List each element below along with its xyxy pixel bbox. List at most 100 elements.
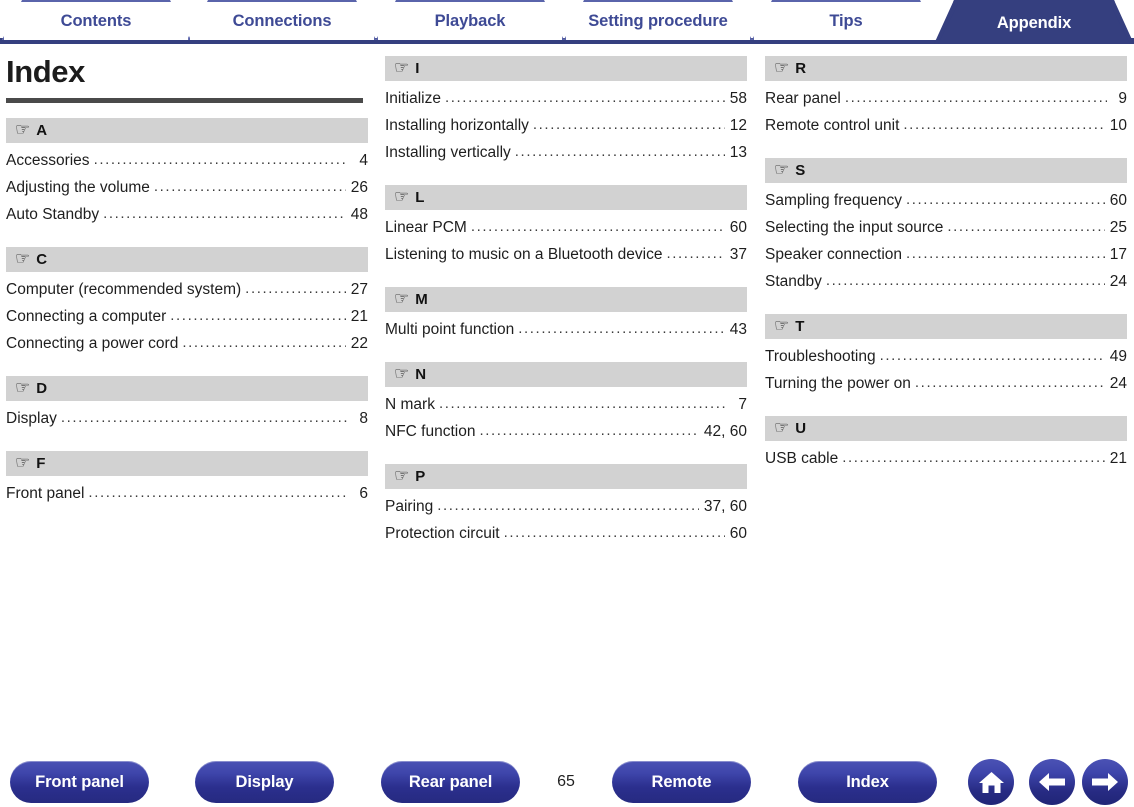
tab-appendix[interactable]: Appendix xyxy=(934,0,1134,44)
section-header: ☞ I xyxy=(385,56,747,81)
index-section: ☞ U USB cable.............................… xyxy=(765,416,1127,472)
index-section: ☞ F Front panel...........................… xyxy=(6,451,368,507)
tab-contents[interactable]: Contents xyxy=(2,0,190,40)
nav-button-front-panel[interactable]: Front panel xyxy=(10,761,149,803)
index-section: ☞ M Multi point function..................… xyxy=(385,287,747,343)
page-title: Index xyxy=(6,54,85,89)
top-tab-bar: Contents Connections Playback Setting proce… xyxy=(0,0,1134,44)
section-letter: C xyxy=(36,251,48,268)
arrow-left-icon[interactable] xyxy=(1029,759,1075,805)
section-letter: U xyxy=(795,420,807,437)
index-entry[interactable]: N mark..................................… xyxy=(385,391,747,418)
index-entry-page: 60 xyxy=(1109,192,1127,209)
index-entry[interactable]: Connecting a power cord.................… xyxy=(6,330,368,357)
section-letter: L xyxy=(415,189,425,206)
dot-leader: ........................................… xyxy=(470,218,725,235)
dot-leader: ........................................… xyxy=(825,272,1105,289)
nav-button-remote[interactable]: Remote xyxy=(612,761,751,803)
index-entry-page: 42, 60 xyxy=(703,423,747,440)
dot-leader: ........................................… xyxy=(879,347,1105,364)
index-section: ☞ P Pairing...............................… xyxy=(385,464,747,547)
index-entry-title: Turning the power on xyxy=(765,375,911,392)
index-entry[interactable]: Initialize..............................… xyxy=(385,85,747,112)
tab-tips[interactable]: Tips xyxy=(752,0,940,40)
nav-button-label: Index xyxy=(846,772,889,791)
index-section: ☞ A Accessories...........................… xyxy=(6,118,368,228)
index-entry-page: 22 xyxy=(350,335,368,352)
section-header: ☞ N xyxy=(385,362,747,387)
index-entry[interactable]: Adjusting the volume....................… xyxy=(6,174,368,201)
dot-leader: ........................................… xyxy=(906,191,1105,208)
tab-setting-procedure[interactable]: Setting procedure xyxy=(564,0,752,40)
section-letter: D xyxy=(36,380,48,397)
index-entry[interactable]: Turning the power on....................… xyxy=(765,370,1127,397)
index-entry[interactable]: Installing vertically...................… xyxy=(385,139,747,166)
section-letter: A xyxy=(36,122,48,139)
nav-button-index[interactable]: Index xyxy=(798,761,937,803)
index-entry-page: 6 xyxy=(359,485,368,502)
index-entry[interactable]: Listening to music on a Bluetooth device… xyxy=(385,241,747,268)
pointing-hand-icon: ☞ xyxy=(15,120,31,139)
index-entry[interactable]: Auto Standby............................… xyxy=(6,201,368,228)
dot-leader: ........................................… xyxy=(514,143,725,160)
index-section: ☞ S Sampling frequency....................… xyxy=(765,158,1127,295)
dot-leader: ........................................… xyxy=(842,449,1105,466)
section-letter: P xyxy=(415,468,426,485)
index-entry[interactable]: Speaker connection......................… xyxy=(765,241,1127,268)
dot-leader: ........................................… xyxy=(666,245,725,262)
index-entry-title: Protection circuit xyxy=(385,525,500,542)
dot-leader: ........................................… xyxy=(479,422,699,439)
bottom-nav-bar: Front panel Display Rear panel 65 Remote… xyxy=(0,747,1134,807)
section-header: ☞ U xyxy=(765,416,1127,441)
index-entry[interactable]: Computer (recommended system)...........… xyxy=(6,276,368,303)
index-entry-page: 9 xyxy=(1118,90,1127,107)
tab-label: Tips xyxy=(829,11,863,30)
pointing-hand-icon: ☞ xyxy=(394,466,410,485)
index-entry[interactable]: Multi point function....................… xyxy=(385,316,747,343)
tab-connections[interactable]: Connections xyxy=(188,0,376,40)
index-entry[interactable]: NFC function............................… xyxy=(385,418,747,445)
index-entry-title: Speaker connection xyxy=(765,246,903,263)
index-entry[interactable]: Remote control unit.....................… xyxy=(765,112,1127,139)
index-entry-page: 27 xyxy=(350,281,368,298)
nav-button-rear-panel[interactable]: Rear panel xyxy=(381,761,520,803)
index-entry[interactable]: Installing horizontally.................… xyxy=(385,112,747,139)
arrow-right-icon[interactable] xyxy=(1082,759,1128,805)
index-entry[interactable]: USB cable...............................… xyxy=(765,445,1127,472)
index-entry-page: 43 xyxy=(729,321,747,338)
page-number: 65 xyxy=(557,773,575,790)
index-entry-page: 26 xyxy=(350,179,368,196)
index-entry-title: Installing vertically xyxy=(385,144,511,161)
index-entry[interactable]: Protection circuit......................… xyxy=(385,520,747,547)
index-entry-title: Adjusting the volume xyxy=(6,179,150,196)
index-entry-page: 17 xyxy=(1109,246,1127,263)
nav-button-display[interactable]: Display xyxy=(195,761,334,803)
index-entry[interactable]: Selecting the input source..............… xyxy=(765,214,1127,241)
home-icon[interactable] xyxy=(968,759,1014,805)
index-entry-page: 8 xyxy=(359,410,368,427)
index-entry-title: Selecting the input source xyxy=(765,219,944,236)
index-entry[interactable]: Linear PCM..............................… xyxy=(385,214,747,241)
index-entry[interactable]: Standby.................................… xyxy=(765,268,1127,295)
index-entry[interactable]: Sampling frequency......................… xyxy=(765,187,1127,214)
index-entry[interactable]: Display.................................… xyxy=(6,405,368,432)
index-entry[interactable]: Rear panel..............................… xyxy=(765,85,1127,112)
dot-leader: ........................................… xyxy=(947,218,1104,235)
dot-leader: ........................................… xyxy=(182,334,345,351)
index-entry-title: Display xyxy=(6,410,57,427)
dot-leader: ........................................… xyxy=(170,307,345,324)
index-entry[interactable]: Troubleshooting.........................… xyxy=(765,343,1127,370)
index-entry-page: 12 xyxy=(729,117,747,134)
index-entry[interactable]: Accessories.............................… xyxy=(6,147,368,174)
index-section: ☞ D Display...............................… xyxy=(6,376,368,432)
tab-label: Contents xyxy=(60,11,132,30)
index-entry-title: Listening to music on a Bluetooth device xyxy=(385,246,663,263)
dot-leader: ........................................… xyxy=(906,245,1105,262)
tab-playback[interactable]: Playback xyxy=(376,0,564,40)
section-letter: N xyxy=(415,366,427,383)
index-entry[interactable]: Front panel.............................… xyxy=(6,480,368,507)
nav-button-label: Rear panel xyxy=(408,772,493,791)
index-entry[interactable]: Connecting a computer...................… xyxy=(6,303,368,330)
index-entry[interactable]: Pairing.................................… xyxy=(385,493,747,520)
index-section: ☞ N N mark................................… xyxy=(385,362,747,445)
